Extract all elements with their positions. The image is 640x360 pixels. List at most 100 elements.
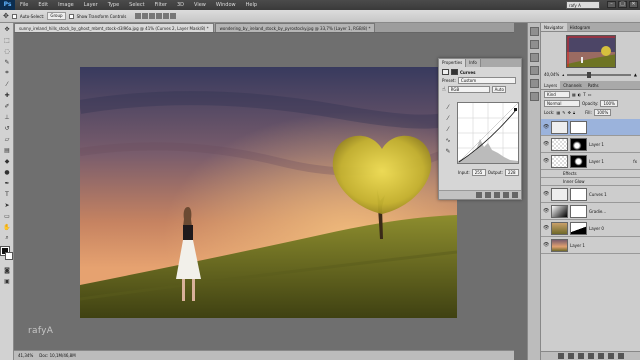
marquee-tool-icon[interactable]: ⬚: [2, 35, 12, 45]
navigator-zoom-slider[interactable]: [567, 71, 631, 78]
visibility-eye-icon[interactable]: 👁︎: [543, 225, 549, 231]
paragraph-panel-icon[interactable]: [530, 66, 539, 75]
background-color-swatch[interactable]: [5, 252, 13, 260]
auto-button[interactable]: Auto: [491, 86, 506, 93]
layer-row[interactable]: 👁︎ Gradie...: [541, 203, 640, 220]
show-transform-checkbox[interactable]: [68, 13, 74, 19]
artwork-image[interactable]: [80, 67, 457, 318]
document-tab[interactable]: wondering_by_ireland_stock_by_pyrostocky…: [214, 23, 376, 32]
curves-graph[interactable]: [457, 102, 519, 164]
tab-channels[interactable]: Channels: [560, 81, 585, 89]
view-previous-icon[interactable]: [485, 192, 491, 198]
white-point-eyedropper-icon[interactable]: ⁄: [442, 126, 454, 134]
fill-field[interactable]: 100%: [593, 109, 612, 116]
delete-icon[interactable]: [512, 192, 518, 198]
layer-mask-thumbnail[interactable]: [570, 154, 587, 168]
effects-row[interactable]: Effects: [541, 170, 640, 178]
hand-tool-icon[interactable]: ✋: [2, 222, 12, 232]
brush-panel-icon[interactable]: [530, 79, 539, 88]
layer-mask-thumbnail[interactable]: [570, 137, 587, 151]
align-bottom-icon[interactable]: [149, 12, 156, 19]
blend-mode-dropdown[interactable]: Normal: [544, 100, 580, 107]
navigator-thumbnail[interactable]: [565, 35, 616, 68]
tab-histogram[interactable]: Histogram: [567, 23, 594, 31]
tab-navigator[interactable]: Navigator: [541, 23, 567, 31]
pencil-draw-icon[interactable]: ✎: [442, 148, 454, 156]
align-top-icon[interactable]: [135, 12, 142, 19]
layer-row[interactable]: 👁︎ Layer 1: [541, 237, 640, 254]
clip-to-layer-icon[interactable]: [476, 192, 482, 198]
filter-type-icon[interactable]: T: [583, 92, 585, 97]
visibility-eye-icon[interactable]: 👁︎: [543, 124, 549, 130]
target-adjust-icon[interactable]: ☝: [442, 86, 446, 93]
menu-edit[interactable]: Edit: [33, 0, 53, 10]
lock-all-icon[interactable]: 🔒︎: [573, 110, 575, 115]
visibility-eye-icon[interactable]: 👁︎: [543, 191, 549, 197]
minimize-button[interactable]: –: [607, 1, 616, 8]
menu-help[interactable]: Help: [241, 0, 262, 10]
auto-select-checkbox[interactable]: [11, 13, 17, 19]
menu-view[interactable]: View: [189, 0, 211, 10]
output-field[interactable]: 228: [504, 169, 519, 176]
brush-tool-icon[interactable]: ✐: [2, 101, 12, 111]
color-swatches[interactable]: [0, 246, 13, 261]
menu-file[interactable]: File: [15, 0, 33, 10]
eyedropper-tool-icon[interactable]: ⁄: [2, 79, 12, 89]
tab-paths[interactable]: Paths: [585, 81, 602, 89]
menu-image[interactable]: Image: [53, 0, 79, 10]
align-center-icon[interactable]: [163, 12, 170, 19]
lasso-tool-icon[interactable]: ◌: [2, 46, 12, 56]
delete-layer-icon[interactable]: [617, 353, 624, 359]
pen-tool-icon[interactable]: ✒: [2, 178, 12, 188]
blur-tool-icon[interactable]: ◆: [2, 156, 12, 166]
zoom-in-icon[interactable]: ▲: [634, 72, 637, 77]
zoom-out-icon[interactable]: ▴: [562, 72, 564, 77]
move-tool-icon[interactable]: ✥: [3, 12, 9, 20]
path-select-tool-icon[interactable]: ➤: [2, 200, 12, 210]
layer-row[interactable]: 👁︎ Curves 1: [541, 186, 640, 203]
visibility-eye-icon[interactable]: 👁︎: [543, 208, 549, 214]
opacity-field[interactable]: 100%: [600, 100, 618, 107]
layer-mask-icon[interactable]: [451, 69, 458, 75]
gray-point-eyedropper-icon[interactable]: ⁄: [442, 115, 454, 123]
tab-info[interactable]: Info: [466, 59, 481, 67]
layer-row[interactable]: 👁︎ Layer 1: [541, 136, 640, 153]
link-layers-icon[interactable]: [557, 353, 564, 359]
add-style-icon[interactable]: [567, 353, 574, 359]
zoom-tool-icon[interactable]: ⌕: [2, 233, 12, 243]
eraser-tool-icon[interactable]: ▱: [2, 134, 12, 144]
character-panel-icon[interactable]: [530, 53, 539, 62]
kind-filter-dropdown[interactable]: Kind: [544, 91, 570, 98]
quick-select-tool-icon[interactable]: ✎: [2, 57, 12, 67]
layer-row[interactable]: 👁︎ Layer 0: [541, 220, 640, 237]
zoom-level[interactable]: 41,34%: [18, 353, 33, 358]
fx-icon[interactable]: fx: [633, 159, 637, 164]
shape-tool-icon[interactable]: ▭: [2, 211, 12, 221]
black-point-eyedropper-icon[interactable]: ⁄: [442, 104, 454, 112]
navigator-zoom-value[interactable]: 40,04%: [544, 72, 559, 77]
visibility-eye-icon[interactable]: 👁︎: [543, 141, 549, 147]
screen-mode-icon[interactable]: ▣: [2, 276, 12, 286]
auto-select-dropdown[interactable]: Group: [47, 12, 66, 20]
menu-type[interactable]: Type: [103, 0, 124, 10]
add-mask-icon[interactable]: [577, 353, 584, 359]
layer-row[interactable]: 👁︎ Layer 1 fx: [541, 153, 640, 170]
layer-mask-thumbnail[interactable]: [570, 187, 587, 201]
menu-layer[interactable]: Layer: [79, 0, 103, 10]
new-group-icon[interactable]: [597, 353, 604, 359]
align-middle-icon[interactable]: [142, 12, 149, 19]
crop-tool-icon[interactable]: ⌗: [2, 68, 12, 78]
layer-mask-thumbnail[interactable]: [570, 221, 587, 235]
curve-point-icon[interactable]: ∿: [442, 137, 454, 145]
reset-icon[interactable]: [494, 192, 500, 198]
lock-position-icon[interactable]: ✥: [568, 110, 571, 115]
inner-glow-row[interactable]: Inner Glow: [541, 178, 640, 186]
visibility-icon[interactable]: [503, 192, 509, 198]
input-field[interactable]: 255: [471, 169, 486, 176]
menu-3d[interactable]: 3D: [172, 0, 189, 10]
quick-mask-icon[interactable]: ◙: [2, 265, 12, 275]
properties-panel-icon[interactable]: [530, 40, 539, 49]
clone-stamp-tool-icon[interactable]: ⊥: [2, 112, 12, 122]
actions-panel-icon[interactable]: [530, 92, 539, 101]
move-tool-icon[interactable]: ✥: [2, 24, 12, 34]
